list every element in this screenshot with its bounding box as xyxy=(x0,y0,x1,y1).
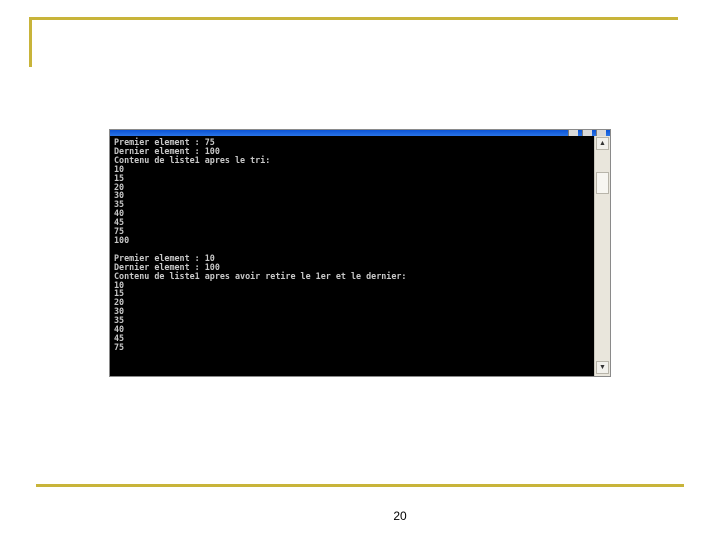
arrow-up-icon[interactable]: ▲ xyxy=(596,137,609,150)
slide-left-rule xyxy=(29,17,32,67)
console-line: Contenu de liste1 apres le tri: xyxy=(114,154,271,165)
vertical-scrollbar[interactable]: ▲ ▼ xyxy=(594,136,610,376)
console-line: Contenu de liste1 apres avoir retire le … xyxy=(114,270,407,281)
console-window[interactable]: Premier element : 75 Dernier element : 1… xyxy=(109,129,611,377)
console-line: 75 xyxy=(114,341,125,352)
console-output-area[interactable]: Premier element : 75 Dernier element : 1… xyxy=(110,136,594,376)
console-line: 100 xyxy=(114,234,130,245)
page-number: 20 xyxy=(393,509,407,523)
slide-bottom-rule xyxy=(36,484,684,487)
console-output-text: Premier element : 75 Dernier element : 1… xyxy=(114,138,406,352)
arrow-down-icon[interactable]: ▼ xyxy=(596,361,609,374)
scroll-thumb[interactable] xyxy=(596,172,609,194)
slide-top-rule xyxy=(29,17,678,20)
